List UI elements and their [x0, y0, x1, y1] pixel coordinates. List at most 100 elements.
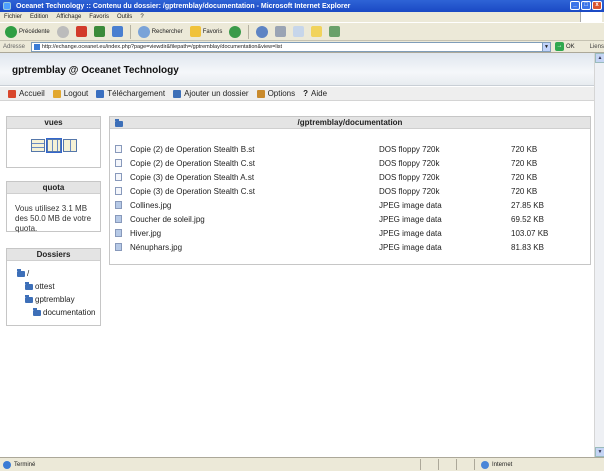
site-nav: Accueil Logout Téléchargement Ajouter un…	[0, 87, 594, 101]
menu-help[interactable]: ?	[140, 14, 143, 20]
folder-button[interactable]	[309, 24, 324, 39]
folder-tree: / ottest gptremblay documentation	[7, 261, 100, 319]
window-title: Oceanet Technology :: Contenu du dossier…	[16, 2, 351, 10]
file-name[interactable]: Collines.jpg	[130, 201, 171, 210]
file-name[interactable]: Copie (2) de Operation Stealth C.st	[130, 159, 255, 168]
star-icon	[189, 26, 201, 37]
tree-label: /	[27, 269, 30, 278]
tree-item-root[interactable]: /	[17, 267, 100, 280]
image-file-icon	[115, 215, 122, 223]
view-list-icon[interactable]	[45, 138, 62, 153]
nav-accueil[interactable]: Accueil	[8, 89, 45, 98]
home-button[interactable]	[110, 24, 125, 39]
quota-text: Vous utilisez 3.1 MB des 50.0 MB de votr…	[15, 204, 92, 233]
maximize-button[interactable]: □	[581, 1, 591, 10]
messenger-button[interactable]	[327, 24, 342, 39]
back-label: Précédente	[19, 28, 50, 35]
image-file-icon	[115, 243, 122, 251]
file-row[interactable]: Nénuphars.jpg JPEG image data 81.83 KB	[110, 240, 590, 254]
folders-panel: Dossiers / ottest gptremblay documentati…	[6, 248, 101, 326]
browser-toolbar: Précédente Rechercher Favoris	[0, 22, 604, 41]
toolbar-separator	[248, 24, 250, 39]
back-button[interactable]: Précédente	[3, 24, 52, 39]
file-name[interactable]: Hiver.jpg	[130, 229, 161, 238]
file-listing-panel: /gptremblay/documentation Copie (2) de O…	[109, 116, 591, 265]
file-row[interactable]: Collines.jpg JPEG image data 27.85 KB	[110, 198, 590, 212]
status-text: Terminé	[14, 461, 36, 468]
window-titlebar: Oceanet Technology :: Contenu du dossier…	[0, 0, 604, 12]
nav-logout[interactable]: Logout	[52, 89, 88, 98]
menu-affichage[interactable]: Affichage	[56, 14, 81, 20]
tree-item-ottest[interactable]: ottest	[17, 280, 100, 293]
tree-item-gptremblay[interactable]: gptremblay	[17, 293, 100, 306]
back-arrow-icon	[5, 25, 17, 38]
folder-icon	[25, 281, 33, 290]
path-label: /gptremblay/documentation	[297, 118, 403, 127]
file-size: 720 KB	[511, 186, 538, 196]
file-row[interactable]: Copie (3) de Operation Stealth A.st DOS …	[110, 170, 590, 184]
file-row[interactable]: Coucher de soleil.jpg JPEG image data 69…	[110, 212, 590, 226]
file-size: 720 KB	[511, 158, 538, 168]
file-type: JPEG image data	[379, 242, 442, 252]
file-name[interactable]: Copie (2) de Operation Stealth B.st	[130, 145, 255, 154]
tree-label: documentation	[43, 308, 96, 317]
favorites-button[interactable]: Favoris	[188, 24, 225, 39]
file-row[interactable]: Copie (3) de Operation Stealth C.st DOS …	[110, 184, 590, 198]
address-dropdown-button[interactable]: ▼	[542, 41, 551, 52]
toolbar-separator	[129, 24, 131, 39]
mail-button[interactable]	[254, 24, 270, 39]
stop-button[interactable]	[74, 24, 89, 39]
menu-edition[interactable]: Edition	[30, 14, 48, 20]
file-row[interactable]: Hiver.jpg JPEG image data 103.07 KB	[110, 226, 590, 240]
menu-favoris[interactable]: Favoris	[89, 14, 109, 20]
options-icon	[256, 89, 265, 98]
menu-fichier[interactable]: Fichier	[4, 14, 22, 20]
tree-item-documentation[interactable]: documentation	[17, 306, 100, 319]
go-button[interactable]: → OK	[554, 42, 575, 51]
quota-panel: quota Vous utilisez 3.1 MB des 50.0 MB d…	[6, 181, 101, 233]
mail-icon	[256, 25, 269, 38]
view-details-icon[interactable]	[30, 139, 45, 152]
go-label: OK	[565, 43, 575, 50]
status-bar: Terminé Internet	[0, 457, 604, 471]
file-name[interactable]: Copie (3) de Operation Stealth C.st	[130, 187, 255, 196]
url-input[interactable]: http://echange.oceanet.eu/index.php?page…	[30, 41, 543, 52]
nav-ajouter-dossier[interactable]: Ajouter un dossier	[173, 89, 249, 98]
print-button[interactable]	[273, 24, 288, 39]
menu-bar: Fichier Edition Affichage Favoris Outils…	[0, 12, 604, 22]
file-row[interactable]: Copie (2) de Operation Stealth B.st DOS …	[110, 142, 590, 156]
scroll-up-button[interactable]: ▲	[595, 53, 604, 63]
views-title: vues	[7, 117, 100, 129]
minimize-button[interactable]: _	[570, 1, 580, 10]
file-size: 69.52 KB	[511, 214, 544, 224]
nav-label: Téléchargement	[107, 89, 166, 98]
folder-icon	[17, 268, 25, 277]
security-zone: Internet	[474, 459, 512, 470]
close-button[interactable]: x	[592, 1, 602, 10]
views-panel: vues	[6, 116, 101, 168]
forward-button[interactable]	[55, 24, 71, 39]
file-name[interactable]: Nénuphars.jpg	[130, 243, 182, 252]
file-row[interactable]: Copie (2) de Operation Stealth C.st DOS …	[110, 156, 590, 170]
file-type: DOS floppy 720k	[379, 144, 440, 154]
history-button[interactable]	[227, 24, 243, 39]
edit-button[interactable]	[291, 24, 306, 39]
nav-label: Aide	[311, 89, 328, 98]
vertical-scrollbar[interactable]: ▲ ▼	[594, 53, 604, 457]
links-button[interactable]: Liens	[590, 44, 604, 50]
site-title: gptremblay @ Oceanet Technology	[12, 65, 179, 76]
scroll-down-button[interactable]: ▼	[595, 447, 604, 457]
nav-options[interactable]: Options	[256, 89, 295, 98]
nav-telechargement[interactable]: Téléchargement	[96, 89, 165, 98]
nav-aide[interactable]: ? Aide	[303, 89, 327, 98]
file-name[interactable]: Coucher de soleil.jpg	[130, 215, 205, 224]
document-icon	[115, 145, 122, 153]
refresh-button[interactable]	[92, 24, 107, 39]
view-thumbnails-icon[interactable]	[62, 139, 77, 152]
file-name[interactable]: Copie (3) de Operation Stealth A.st	[130, 173, 254, 182]
folders-title: Dossiers	[7, 249, 100, 261]
stop-icon	[75, 26, 87, 37]
help-icon: ?	[303, 89, 309, 98]
menu-outils[interactable]: Outils	[117, 14, 132, 20]
search-button[interactable]: Rechercher	[136, 24, 185, 39]
